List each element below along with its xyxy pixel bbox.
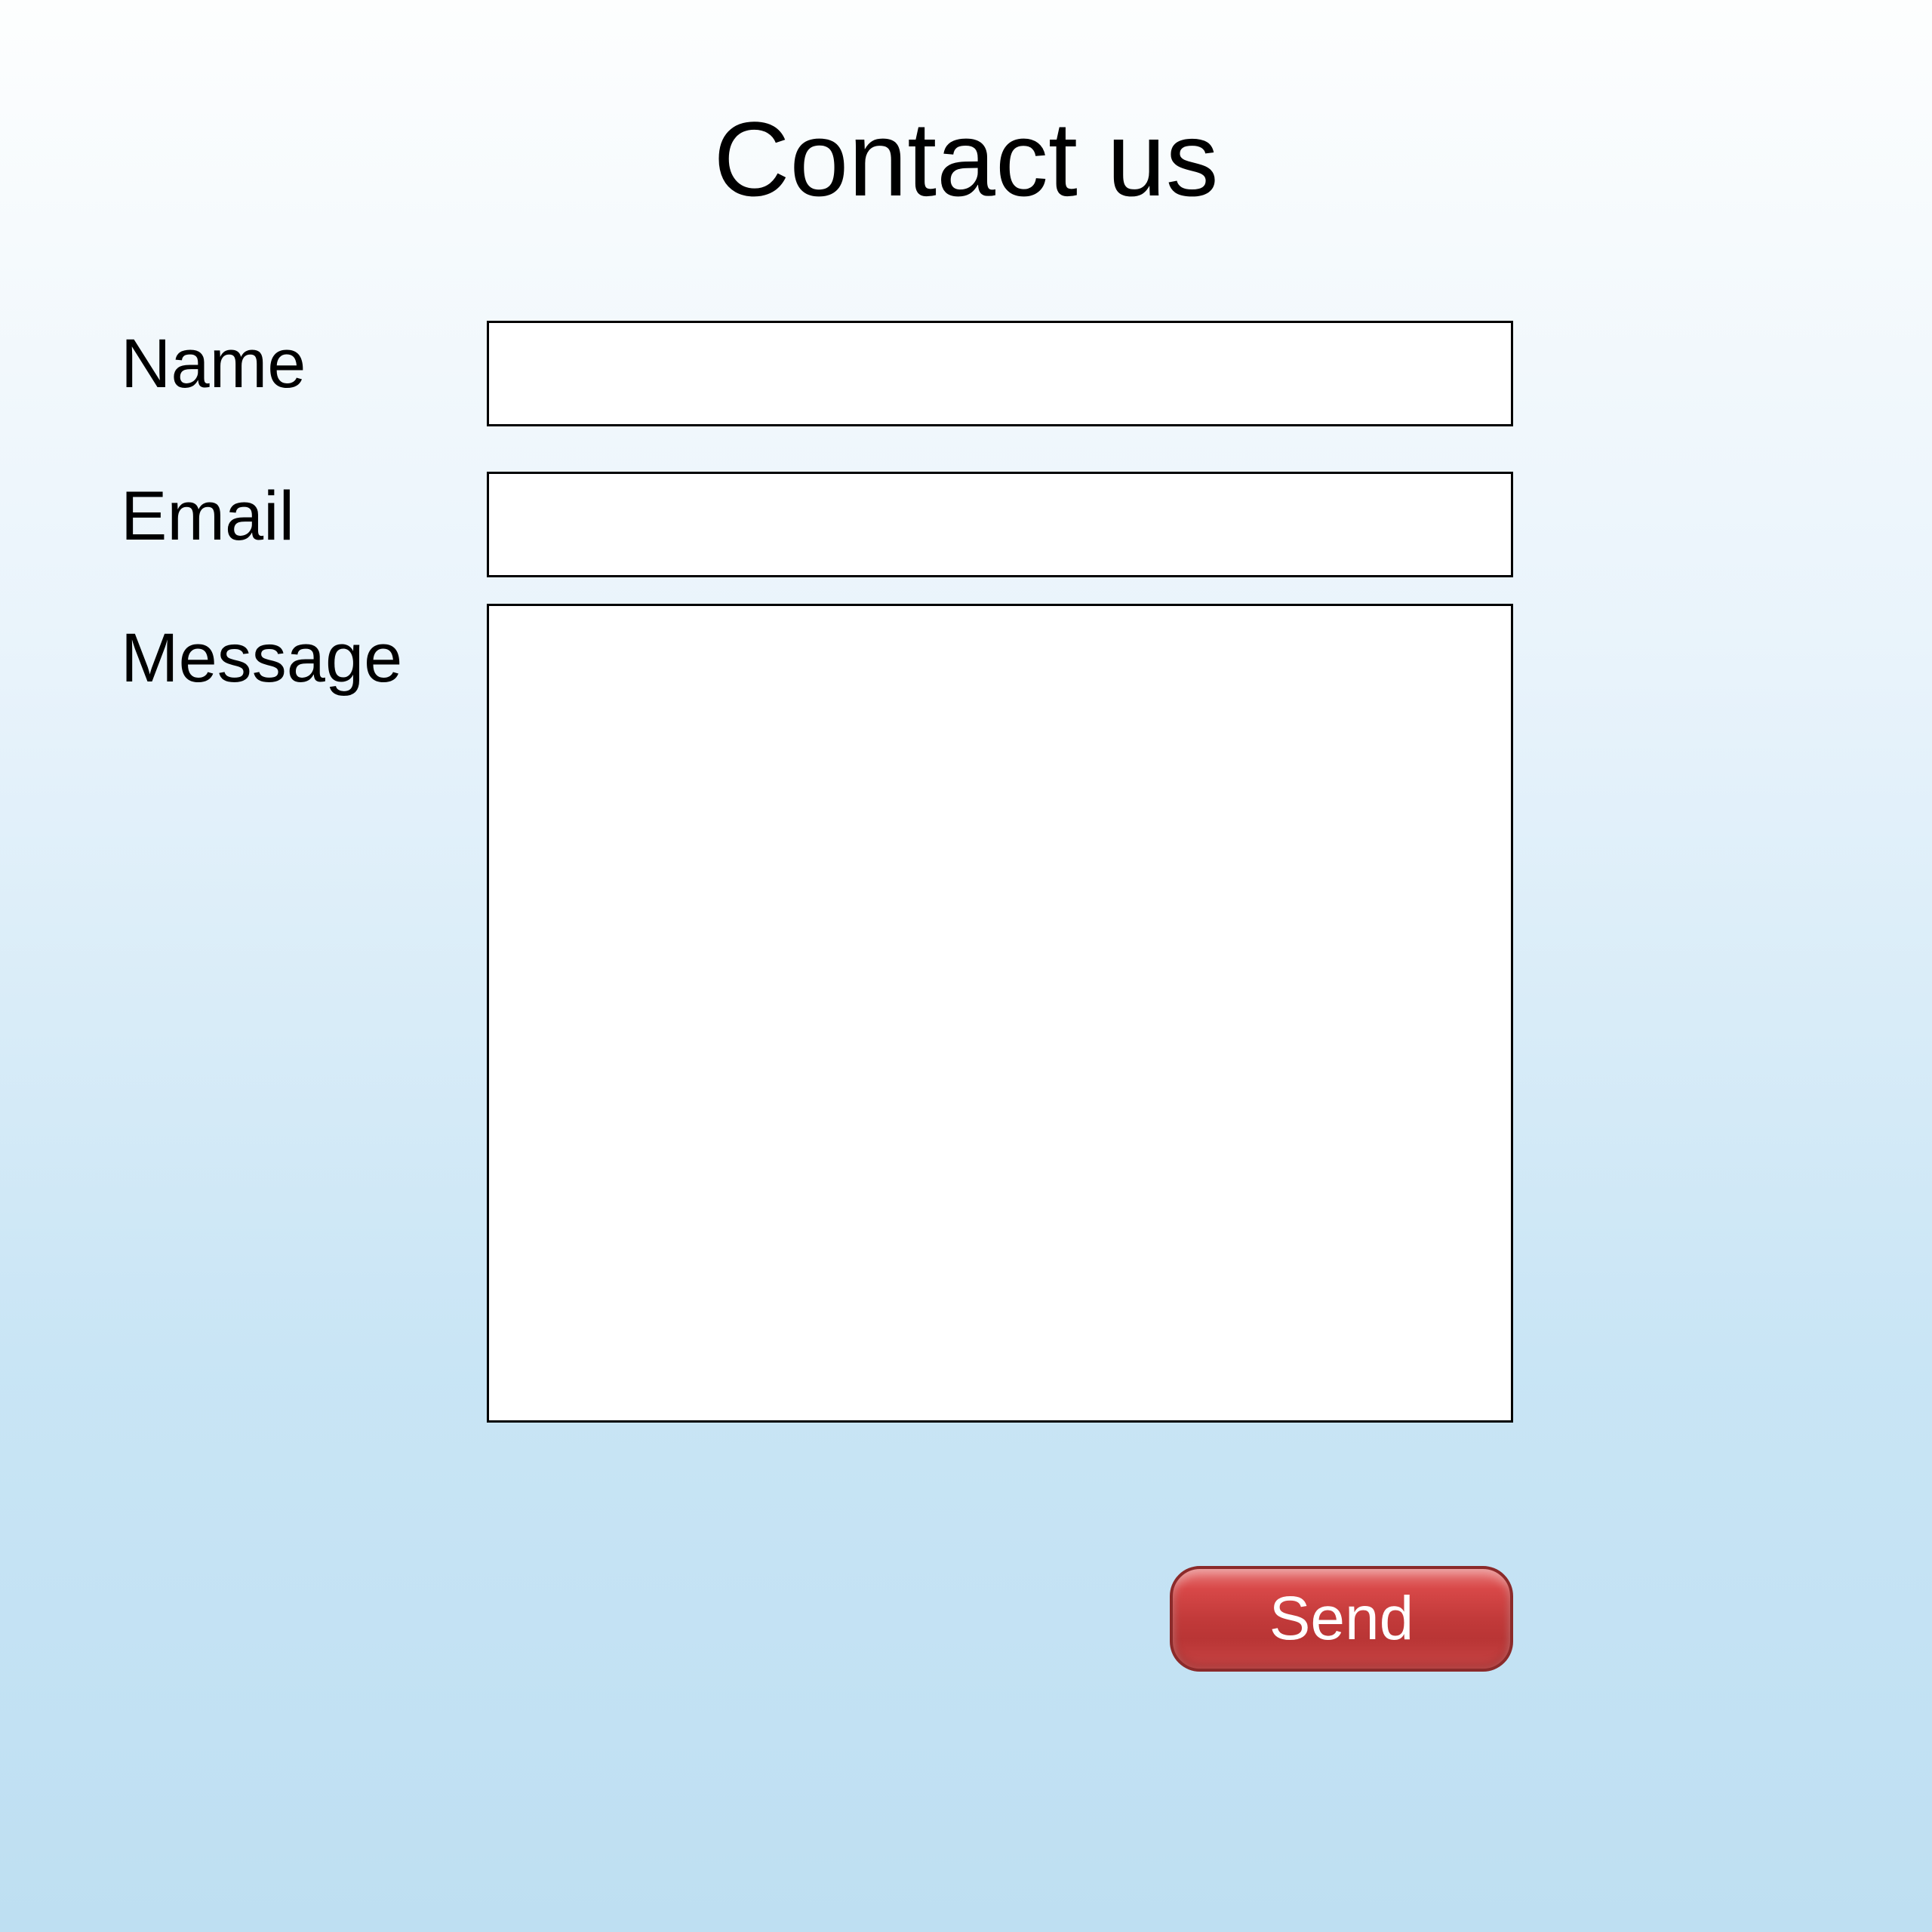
message-label: Message (0, 619, 362, 698)
name-input[interactable] (487, 321, 1513, 426)
name-row: Name (0, 325, 362, 404)
message-row: Message (0, 619, 362, 698)
email-row: Email (0, 477, 362, 556)
send-button[interactable]: Send (1170, 1566, 1513, 1672)
name-label: Name (0, 325, 362, 404)
message-input[interactable] (487, 604, 1513, 1423)
email-input[interactable] (487, 472, 1513, 577)
form-title: Contact us (0, 98, 1932, 220)
email-label: Email (0, 477, 362, 556)
